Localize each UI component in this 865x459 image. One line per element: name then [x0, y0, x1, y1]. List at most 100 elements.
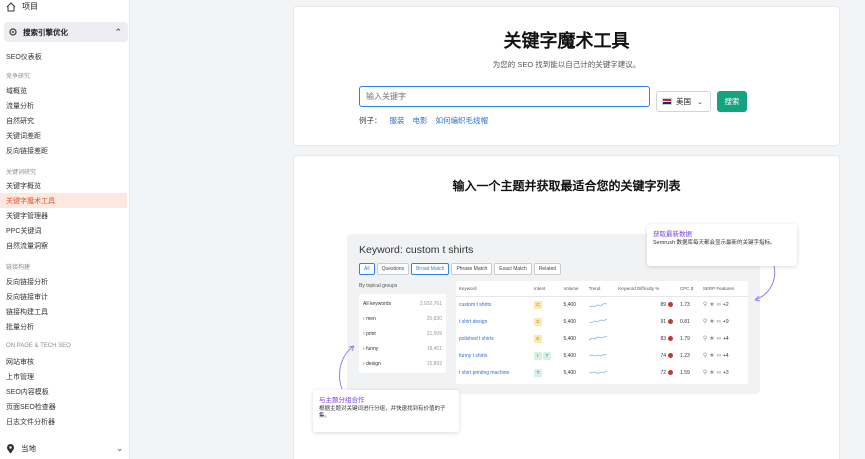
callout-arrow-left	[339, 345, 355, 390]
page-title: 关键字魔术工具	[503, 31, 630, 51]
examples-label: 例子：	[359, 116, 382, 125]
link-icon: ∞	[716, 302, 721, 309]
trend-sparkline	[588, 354, 607, 357]
callout-latest-data: 获取最新数据 Semrush 数据库每天都会显示最新的关键字指标。	[647, 224, 797, 266]
star-icon: ★	[709, 370, 715, 376]
kd-cell: 83	[615, 330, 677, 347]
trend-cell	[586, 347, 616, 364]
sidebar-section-title: 关键词研究	[6, 170, 37, 176]
volume-cell: 5,400	[563, 369, 576, 376]
intent-badge: C	[533, 334, 542, 343]
intent-cell: C	[531, 313, 561, 330]
sidebar-item[interactable]: 自然流量洞察	[6, 241, 48, 251]
sidebar-item[interactable]: 关键字管理器	[6, 211, 48, 221]
link-icon: ∞	[716, 319, 721, 325]
serp-more: +2	[722, 302, 729, 309]
group-name: print	[366, 330, 376, 337]
sidebar-item[interactable]: 关键字概览	[6, 181, 41, 191]
table-row: t shirt design C 5,400 91 0.81 ⚲ ★ ∞ +9	[456, 313, 748, 330]
sidebar-item[interactable]: 反向链接差距	[6, 146, 48, 156]
intent-badge: T	[542, 351, 551, 360]
search-button[interactable]: 搜索	[717, 91, 747, 112]
sidebar-item[interactable]: 链接构建工具	[6, 307, 48, 317]
sidebar-item[interactable]: 域概览	[6, 86, 27, 96]
trend-sparkline	[588, 318, 607, 324]
kd-dot	[668, 335, 674, 341]
sidebar-item[interactable]: 上市管理	[6, 372, 34, 382]
cpc-cell: 1.23	[680, 352, 690, 359]
sidebar-item[interactable]: 流量分析	[6, 101, 34, 111]
sidebar-project-toggle[interactable]: 搜索引擎优化 ⌃	[4, 22, 128, 42]
preview-tab: Related	[533, 263, 562, 275]
sidebar-item[interactable]: SEO内容模板	[6, 387, 49, 397]
column-header: SERP Features	[699, 281, 748, 297]
sidebar-item[interactable]: 反向链接审计	[6, 292, 48, 302]
sidebar-item[interactable]: 日志文件分析器	[6, 417, 55, 427]
keyword-cell: t shirt printing machine	[459, 369, 510, 376]
keyword-cell: funny t shirts	[459, 352, 488, 359]
trend-sparkline	[588, 370, 607, 375]
column-header: Keyword Difficulty %	[615, 281, 678, 297]
trend-sparkline	[588, 302, 607, 307]
sidebar-home-label: 项目	[22, 2, 38, 11]
intent-badge: C	[533, 317, 542, 326]
sidebar-item[interactable]: 反向链接分析	[6, 277, 48, 287]
kd-value: 83	[660, 335, 667, 342]
preview-tabs: All Questions Broad Match Phrase Match E…	[359, 263, 562, 275]
cpc-cell: 1.73	[680, 301, 690, 308]
location-icon: ⚲	[702, 336, 708, 342]
preview-table: Keyword Intent Volume Trend Keyword Diff…	[456, 281, 748, 384]
serp-cell: ⚲ ★ ∞ +4	[700, 347, 748, 364]
sidebar-home[interactable]: 项目	[6, 1, 38, 12]
kd-cell: 89	[615, 296, 677, 313]
serp-cell: ⚲ ★ ∞ +4	[700, 330, 748, 347]
column-header: CPC $	[677, 281, 700, 297]
location-icon: ⚲	[702, 370, 708, 376]
kd-dot	[668, 352, 674, 358]
intent-badge: I	[533, 351, 542, 360]
table-row: custom t shirts C 5,400 89 1.73 ⚲ ★ ∞ +2	[456, 296, 748, 313]
cpc-cell: 0.81	[680, 318, 690, 325]
example-link[interactable]: 电影	[413, 115, 428, 126]
keyword-cell: t shirt design	[459, 318, 488, 325]
example-link[interactable]: 如何编织毛线帽	[436, 115, 489, 126]
country-select[interactable]: 美国 ⌄	[656, 91, 711, 112]
link-icon: ∞	[716, 336, 721, 342]
group-name: design	[366, 360, 381, 367]
kd-value: 74	[660, 352, 667, 359]
sidebar-item[interactable]: 关键词差距	[6, 131, 41, 141]
volume-cell: 5,400	[563, 335, 576, 342]
serp-cell: ⚲ ★ ∞ +3	[700, 364, 748, 381]
volume-cell: 5,400	[563, 352, 576, 359]
trend-cell	[586, 364, 616, 381]
sidebar-item[interactable]: 批量分析	[6, 322, 34, 332]
star-icon: ★	[709, 302, 715, 309]
volume-cell: 5,400	[563, 318, 576, 325]
trend-cell	[586, 296, 616, 313]
intent-badge: T	[533, 368, 542, 377]
keyword-search-input[interactable]	[359, 86, 650, 107]
sidebar-item-dashboard[interactable]: SEO仪表板	[6, 52, 42, 62]
intent-badge: C	[533, 300, 542, 309]
group-name: men	[366, 315, 376, 322]
serp-more: +3	[722, 370, 729, 376]
location-icon: ⚲	[702, 319, 708, 325]
serp-more: +9	[722, 319, 729, 325]
location-pin-icon	[7, 443, 14, 453]
sidebar-item[interactable]: PPC关键词	[6, 226, 41, 236]
sidebar-item[interactable]: 网站审核	[6, 357, 34, 367]
sidebar-item-keyword-magic[interactable]: 关键字魔术工具	[6, 196, 55, 206]
keyword-cell: polished t shirts	[459, 335, 494, 342]
kd-value: 91	[660, 318, 667, 325]
callout-desc: 根据主题对关键词进行分组，并快速找到有价值的子集。	[319, 406, 446, 419]
volume-cell: 5,400	[563, 301, 576, 308]
preview-tab: Phrase Match	[451, 263, 493, 275]
sidebar-item[interactable]: 页面SEO检查器	[6, 402, 56, 412]
sidebar-project-label: 搜索引擎优化	[23, 27, 68, 37]
example-link[interactable]: 服装	[390, 115, 405, 126]
keyword-cell: custom t shirts	[459, 301, 492, 308]
sidebar-local-toggle[interactable]: 当地 ⌄	[6, 443, 124, 454]
intent-cell: IT	[531, 347, 561, 364]
star-icon: ★	[709, 319, 715, 325]
sidebar-item[interactable]: 自然研究	[6, 116, 34, 126]
